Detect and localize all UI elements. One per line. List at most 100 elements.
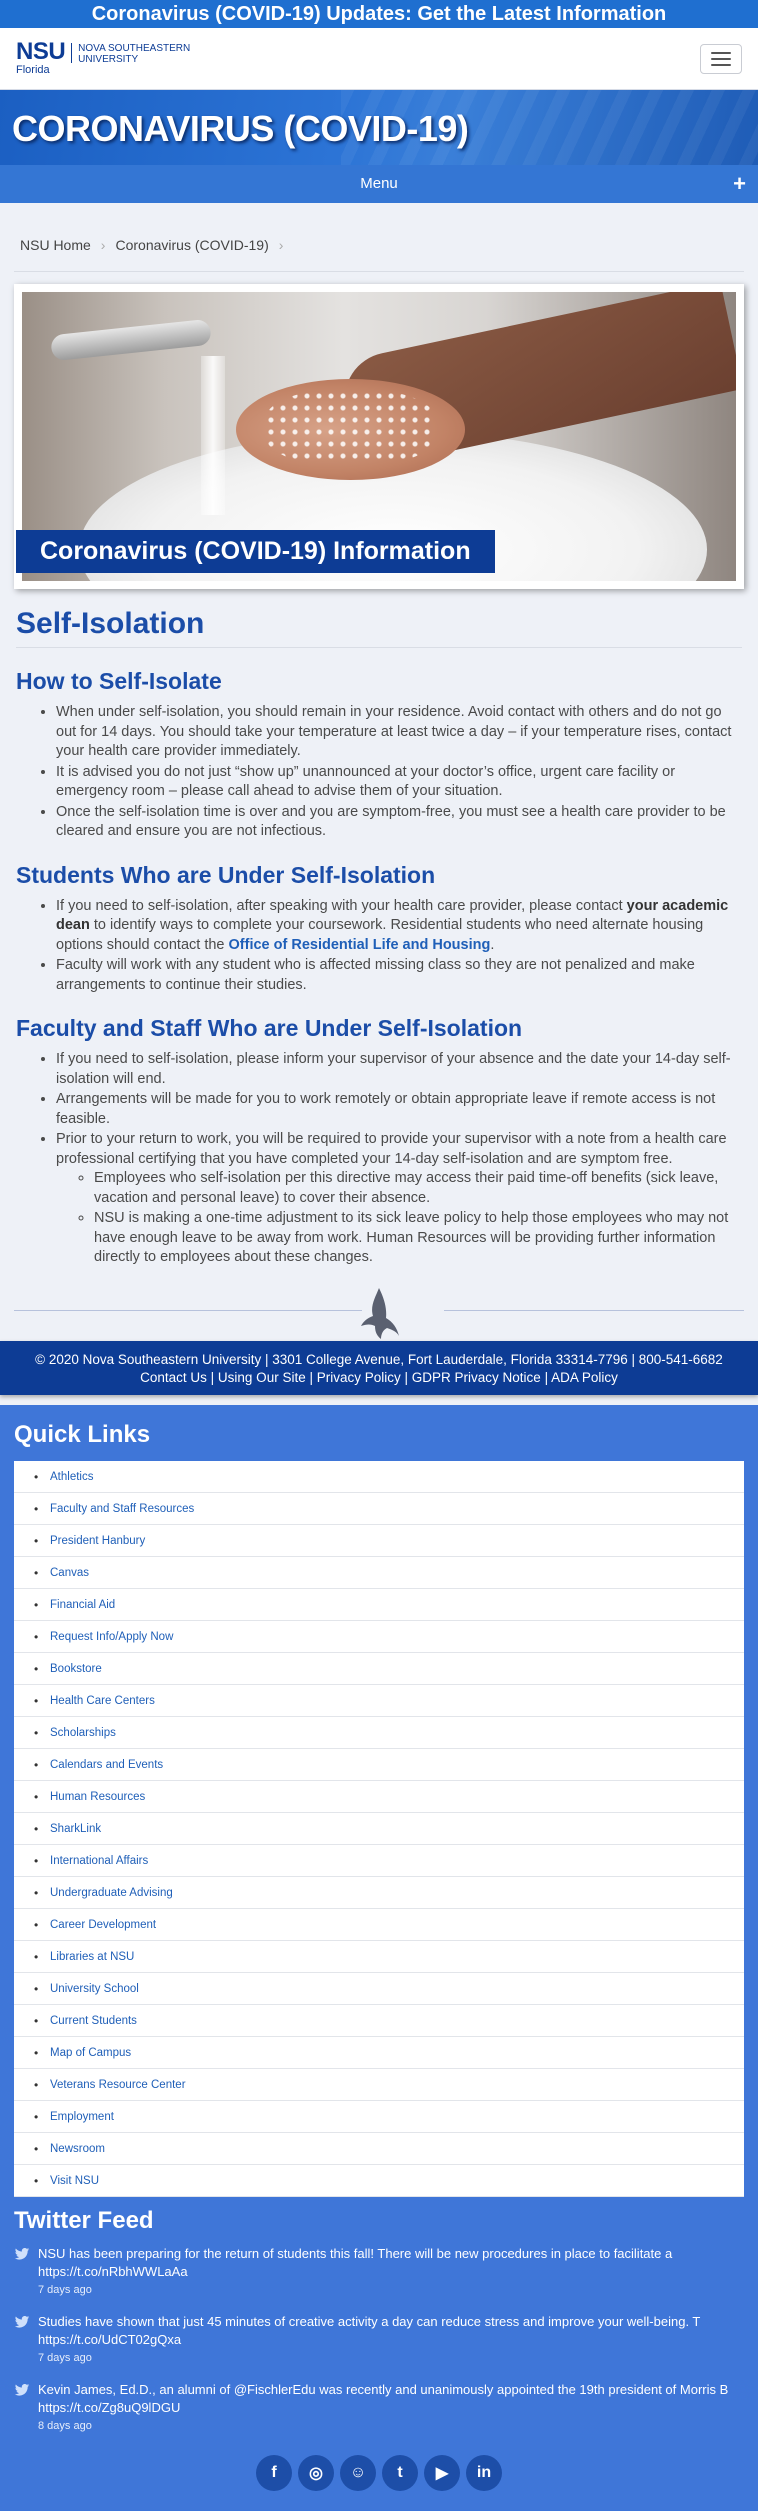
quick-link[interactable]: Career Development <box>50 1919 156 1931</box>
quick-link[interactable]: President Hanbury <box>50 1535 145 1547</box>
list-item: If you need to self-isolation, after spe… <box>56 897 742 956</box>
shark-divider <box>0 1286 758 1341</box>
list-item: NSU is making a one-time adjustment to i… <box>94 1209 742 1268</box>
hamburger-menu-button[interactable] <box>700 44 742 74</box>
tweet-time: 8 days ago <box>38 2419 92 2432</box>
quick-link[interactable]: Scholarships <box>50 1727 116 1739</box>
footer-bar: © 2020 Nova Southeastern University | 33… <box>0 1340 758 1395</box>
students-item1-end: . <box>490 936 495 953</box>
snapchat-icon[interactable]: ☺ <box>340 2454 376 2491</box>
quick-link-item: Athletics <box>14 1461 744 1493</box>
logo-divider <box>71 43 73 63</box>
quick-link[interactable]: Libraries at NSU <box>50 1951 134 1963</box>
title-divider <box>16 647 742 648</box>
twitter-bird-icon <box>14 2383 30 2396</box>
quick-link-item: Request Info/Apply Now <box>14 1621 744 1653</box>
quick-link[interactable]: Financial Aid <box>50 1599 115 1611</box>
menu-label: Menu <box>360 175 398 192</box>
contact-us-link[interactable]: Contact Us <box>140 1370 207 1385</box>
page-title: Self-Isolation <box>16 607 205 640</box>
page-banner: CORONAVIRUS (COVID-19) <box>0 90 758 165</box>
footer-address: © 2020 Nova Southeastern University | 33… <box>35 1351 723 1367</box>
list-item: Prior to your return to work, you will b… <box>56 1130 742 1268</box>
quick-link[interactable]: Newsroom <box>50 2143 105 2155</box>
faculty-list: If you need to self-isolation, please in… <box>56 1050 742 1268</box>
plus-icon[interactable]: + <box>733 165 746 203</box>
covid-alert-link[interactable]: Coronavirus (COVID-19) Updates: Get the … <box>92 3 667 25</box>
quick-link[interactable]: Visit NSU <box>50 2175 99 2187</box>
quick-link[interactable]: Request Info/Apply Now <box>50 1631 173 1643</box>
faculty-staff-heading: Faculty and Staff Who are Under Self-Iso… <box>16 1015 523 1041</box>
twitter-icon[interactable]: t <box>382 2454 418 2491</box>
quick-link[interactable]: Bookstore <box>50 1663 102 1675</box>
shark-logo-icon <box>361 1287 399 1339</box>
logo-name-line2: University <box>78 54 139 65</box>
divider-line-left <box>14 1309 362 1311</box>
residential-life-link[interactable]: Office of Residential Life and Housing <box>229 937 491 953</box>
hamburger-icon-bar <box>711 58 731 60</box>
tweet: Studies have shown that just 45 minutes … <box>14 2313 744 2367</box>
quick-link-item: Faculty and Staff Resources <box>14 1493 744 1525</box>
quick-link-item: Scholarships <box>14 1717 744 1749</box>
tweet-link[interactable]: https://t.co/UdCT02gQxa <box>38 2332 181 2347</box>
quick-link-item: University School <box>14 1973 744 2005</box>
footer-sep: | <box>400 1369 412 1385</box>
hero-image-frame: Coronavirus (COVID-19) Information <box>14 284 744 589</box>
how-to-self-isolate-heading: How to Self-Isolate <box>16 668 222 694</box>
quick-link[interactable]: Undergraduate Advising <box>50 1887 173 1899</box>
privacy-policy-link[interactable]: Privacy Policy <box>317 1370 401 1385</box>
quick-link[interactable]: Faculty and Staff Resources <box>50 1503 194 1515</box>
footer-links: Contact Us | Using Our Site | Privacy Po… <box>0 1369 758 1387</box>
quick-link[interactable]: University School <box>50 1983 139 1995</box>
tweet-text: Studies have shown that just 45 minutes … <box>38 2313 701 2329</box>
gdpr-privacy-notice-link[interactable]: GDPR Privacy Notice <box>412 1370 541 1385</box>
quick-link[interactable]: SharkLink <box>50 1823 101 1835</box>
quick-link-item: Bookstore <box>14 1653 744 1685</box>
faucet-shape <box>49 318 212 361</box>
faculty-sublist: Employees who self-isolation per this di… <box>94 1169 742 1268</box>
quick-links-title: Quick Links <box>14 1420 151 1448</box>
quick-link-item: Veterans Resource Center <box>14 2069 744 2101</box>
facebook-icon[interactable]: f <box>256 2454 292 2491</box>
list-item: Employees who self-isolation per this di… <box>94 1169 742 1208</box>
list-item: It is advised you do not just “show up” … <box>56 763 742 802</box>
quick-links-list: Athletics Faculty and Staff Resources Pres… <box>14 1460 744 2197</box>
nsu-logo[interactable]: NSU Florida Nova Southeastern University <box>16 40 190 76</box>
site-header: NSU Florida Nova Southeastern University <box>0 28 758 90</box>
quick-link[interactable]: Employment <box>50 2111 114 2123</box>
quick-link-item: Newsroom <box>14 2133 744 2165</box>
quick-link-item: Current Students <box>14 2005 744 2037</box>
list-item: When under self-isolation, you should re… <box>56 703 742 762</box>
quick-link[interactable]: Calendars and Events <box>50 1759 163 1771</box>
tweet-link[interactable]: https://t.co/Zg8uQ9lDGU <box>38 2400 180 2415</box>
breadcrumb-current[interactable]: Coronavirus (COVID-19) <box>115 237 268 263</box>
footer-sep: | <box>305 1369 317 1385</box>
quick-link[interactable]: Veterans Resource Center <box>50 2079 186 2091</box>
quick-link[interactable]: Health Care Centers <box>50 1695 155 1707</box>
quick-link-item: Canvas <box>14 1557 744 1589</box>
quick-link[interactable]: Athletics <box>50 1471 93 1483</box>
quick-link[interactable]: Human Resources <box>50 1791 145 1803</box>
quick-link[interactable]: Map of Campus <box>50 2047 131 2059</box>
students-item1-text: If you need to self-isolation, after spe… <box>56 897 627 914</box>
faculty-item3-text: Prior to your return to work, you will b… <box>56 1131 727 1167</box>
quick-link[interactable]: Canvas <box>50 1567 89 1579</box>
divider-line-right <box>444 1309 744 1311</box>
linkedin-icon[interactable]: in <box>466 2454 502 2491</box>
section-menu-toggle[interactable]: Menu + <box>0 165 758 203</box>
quick-link[interactable]: International Affairs <box>50 1855 148 1867</box>
instagram-icon[interactable]: ◎ <box>298 2454 334 2491</box>
breadcrumb-home[interactable]: NSU Home <box>20 237 91 263</box>
tweet-link[interactable]: https://t.co/nRbhWWLaAa <box>38 2264 188 2279</box>
quick-link-item: Undergraduate Advising <box>14 1877 744 1909</box>
covid-alert-bar[interactable]: Coronavirus (COVID-19) Updates: Get the … <box>0 0 758 28</box>
breadcrumb-divider <box>14 271 744 272</box>
quick-link-item: Calendars and Events <box>14 1749 744 1781</box>
quick-link-item: Libraries at NSU <box>14 1941 744 1973</box>
tweet-text: Kevin James, Ed.D., an alumni of @Fischl… <box>38 2381 729 2397</box>
using-our-site-link[interactable]: Using Our Site <box>218 1370 306 1385</box>
quick-link[interactable]: Current Students <box>50 2015 137 2027</box>
ada-policy-link[interactable]: ADA Policy <box>551 1370 618 1385</box>
main-content: Self-Isolation How to Self-Isolate When … <box>0 607 758 1268</box>
youtube-icon[interactable]: ▶ <box>424 2454 460 2491</box>
